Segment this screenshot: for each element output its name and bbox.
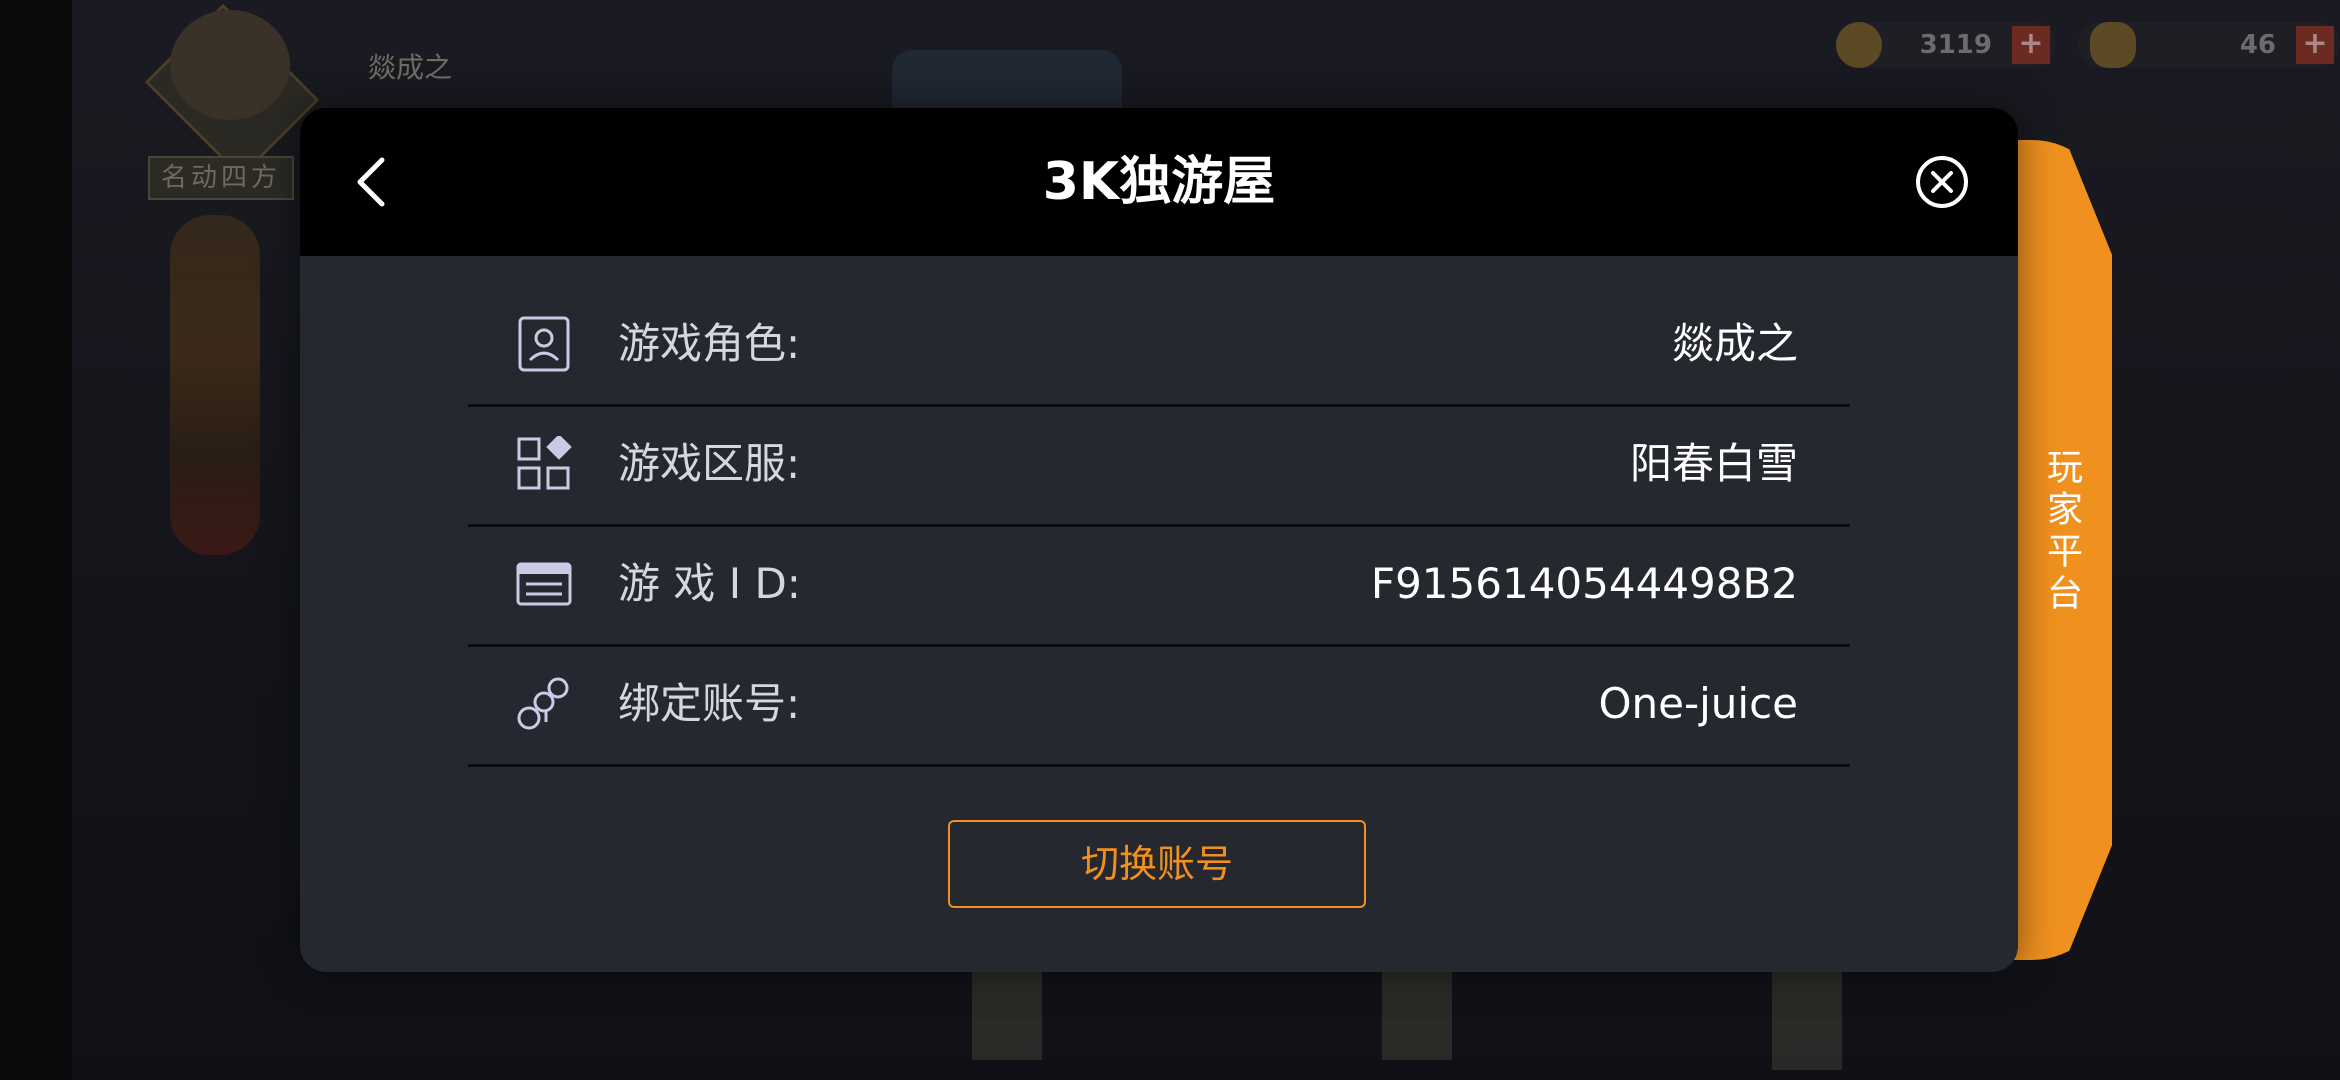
info-row-bound-account: 绑定账号: One-juice [468, 644, 1850, 767]
user-profile-icon [516, 316, 572, 372]
game-currency-copper: 3119 + [1836, 22, 2056, 68]
server-grid-icon [516, 434, 572, 492]
dialog-header: 3K独游屋 [300, 108, 2018, 256]
info-row-game-server: 游戏区服: 阳春白雪 [468, 404, 1850, 527]
game-sign [1772, 970, 1842, 1070]
close-circle-icon [1916, 156, 1968, 208]
row-value: F9156140544498B2 [1370, 559, 1798, 608]
switch-account-button[interactable]: 切换账号 [948, 820, 1366, 908]
id-card-icon [516, 556, 572, 612]
game-player-name: 燚成之 [368, 51, 453, 84]
add-currency-button[interactable]: + [2296, 26, 2334, 64]
row-value: 燚成之 [1671, 319, 1798, 368]
game-sign [972, 960, 1042, 1060]
row-value: 阳春白雪 [1629, 439, 1798, 488]
currency-amount: 46 [2239, 30, 2276, 60]
close-button[interactable] [1914, 154, 1970, 210]
info-row-game-role: 游戏角色: 燚成之 [468, 284, 1850, 407]
game-side-ornament [170, 215, 260, 555]
game-sign [1382, 960, 1452, 1060]
account-info-dialog: 3K独游屋 游戏角色: 燚成之 游戏区服: 阳春白雪 游 戏 I D: F915… [300, 108, 2018, 972]
copper-coin-icon [1836, 22, 1882, 68]
game-rooftop-decoration [892, 50, 1122, 110]
chevron-left-icon [357, 157, 385, 207]
row-label: 游 戏 I D: [618, 559, 801, 608]
game-bottom-signs [972, 960, 2172, 1080]
player-platform-tab-label[interactable]: 玩家平台 [2040, 448, 2084, 616]
currency-amount: 3119 [1919, 30, 1992, 60]
game-currency-gold: 46 + [2078, 22, 2340, 68]
game-avatar [170, 10, 290, 120]
dialog-title: 3K独游屋 [1042, 152, 1276, 212]
linked-account-icon [516, 676, 572, 732]
add-currency-button[interactable]: + [2012, 26, 2050, 64]
row-label: 绑定账号: [618, 679, 801, 728]
info-row-game-id: 游 戏 I D: F9156140544498B2 [468, 524, 1850, 647]
game-rank-label: 名动四方 [148, 156, 294, 200]
row-label: 游戏角色: [618, 319, 801, 368]
row-label: 游戏区服: [618, 439, 801, 488]
row-value: One-juice [1598, 679, 1798, 728]
back-button[interactable] [346, 154, 402, 210]
gold-ingot-icon [2090, 22, 2136, 68]
